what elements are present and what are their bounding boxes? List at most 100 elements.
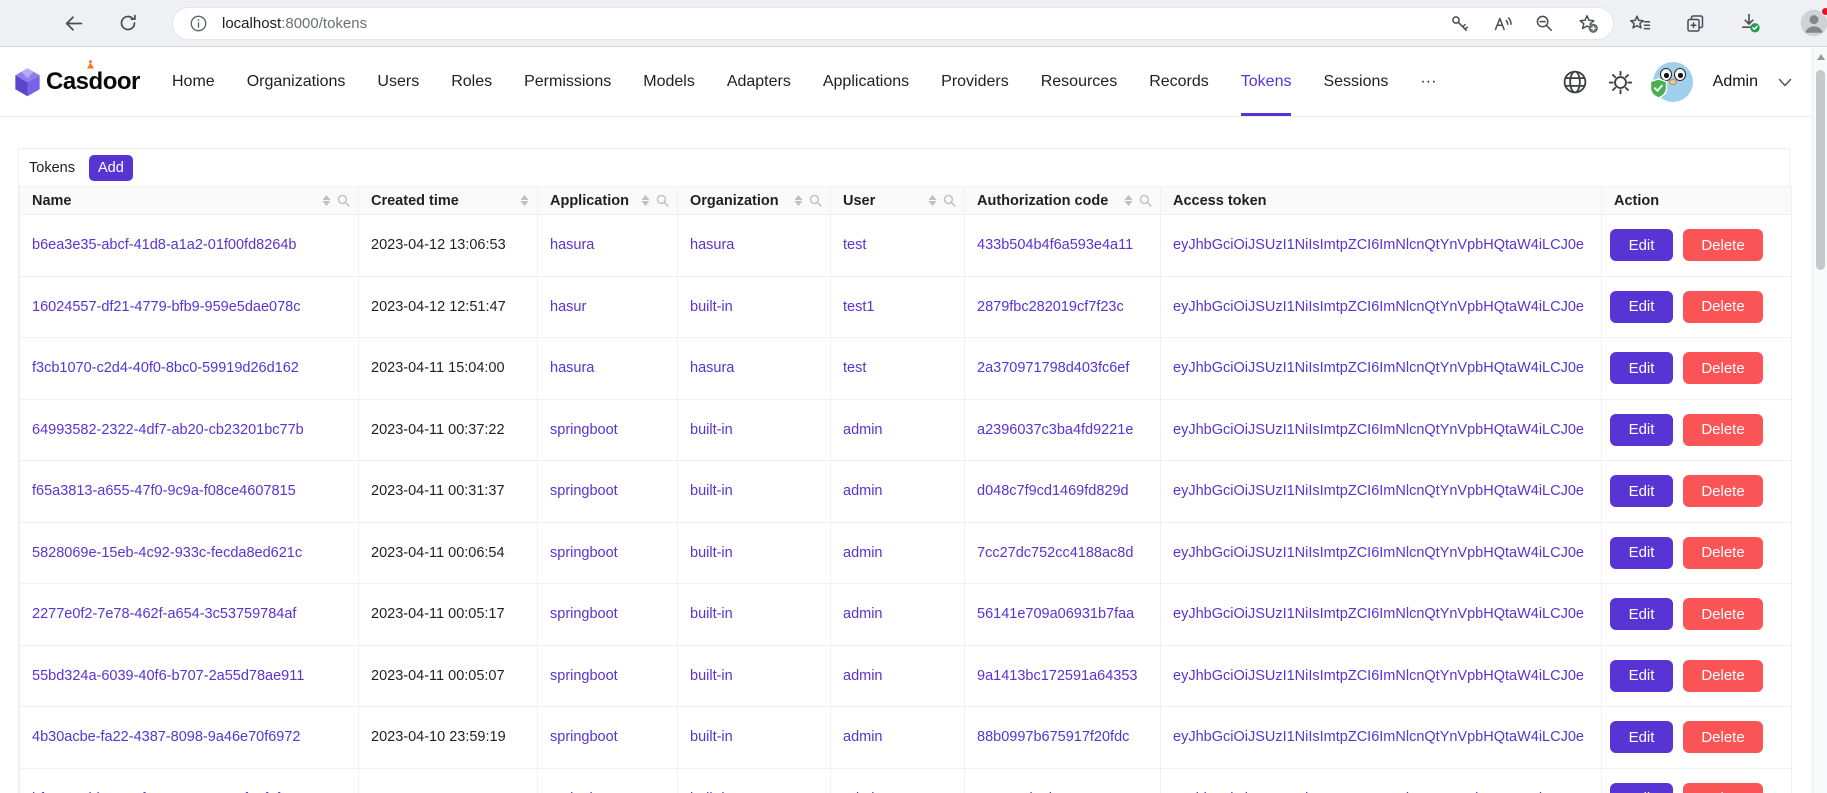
casdoor-logo[interactable]: Casdoor (14, 48, 140, 116)
access-token-link[interactable]: eyJhbGciOiJSUzI1NiIsImtpZCI6ImNlcnQtYnVp… (1173, 545, 1584, 561)
edit-button[interactable]: Edit (1610, 291, 1673, 323)
organization-link[interactable]: built-in (690, 668, 733, 684)
token-name-link[interactable]: 4b30acbe-fa22-4387-8098-9a46e70f6972 (32, 729, 300, 745)
column-header-application[interactable]: Application (538, 187, 678, 215)
access-token-link[interactable]: eyJhbGciOiJSUzI1NiIsImtpZCI6ImNlcnQtYnVp… (1173, 483, 1584, 499)
organization-link[interactable]: built-in (690, 729, 733, 745)
read-aloud-icon[interactable] (1492, 14, 1513, 34)
authorization-code-link[interactable]: 7cc27dc752cc4188ac8d (977, 545, 1133, 561)
authorization-code-link[interactable]: 433b504b4f6a593e4a11 (977, 237, 1133, 253)
add-button[interactable]: Add (89, 155, 133, 181)
sort-icon[interactable] (322, 195, 331, 206)
token-name-link[interactable]: 2277e0f2-7e78-462f-a654-3c53759784af (32, 606, 296, 622)
nav-item-sessions[interactable]: Sessions (1307, 48, 1404, 116)
browser-profile-avatar[interactable] (1800, 9, 1827, 37)
authorization-code-link[interactable]: 88b0997b675917f20fdc (977, 729, 1129, 745)
refresh-icon[interactable] (113, 8, 143, 38)
edit-button[interactable]: Edit (1610, 537, 1673, 569)
access-token-link[interactable]: eyJhbGciOiJSUzI1NiIsImtpZCI6ImNlcnQtYnVp… (1173, 668, 1584, 684)
application-link[interactable]: hasur (550, 299, 586, 315)
authorization-code-link[interactable]: 9a1413bc172591a64353 (977, 668, 1137, 684)
access-token-link[interactable]: eyJhbGciOiJSUzI1NiIsImtpZCI6ImNlcnQtYnVp… (1173, 299, 1584, 315)
delete-button[interactable]: Delete (1683, 783, 1763, 793)
back-icon[interactable] (58, 8, 88, 38)
organization-link[interactable]: built-in (690, 606, 733, 622)
application-link[interactable]: hasura (550, 237, 594, 253)
edit-button[interactable]: Edit (1610, 598, 1673, 630)
user-link[interactable]: admin (843, 483, 883, 499)
chevron-down-icon[interactable] (1778, 78, 1792, 87)
edit-button[interactable]: Edit (1610, 660, 1673, 692)
application-link[interactable]: springboot (550, 729, 618, 745)
zoom-out-icon[interactable] (1535, 14, 1555, 34)
favorites-icon[interactable] (1625, 8, 1655, 38)
user-link[interactable]: admin (843, 606, 883, 622)
scroll-up-arrow-icon[interactable] (1817, 54, 1825, 60)
nav-item-records[interactable]: Records (1133, 48, 1225, 116)
access-token-link[interactable]: eyJhbGciOiJSUzI1NiIsImtpZCI6ImNlcnQtYnVp… (1173, 422, 1584, 438)
nav-item-roles[interactable]: Roles (435, 48, 508, 116)
search-icon[interactable] (943, 194, 956, 207)
nav-item-applications[interactable]: Applications (807, 48, 925, 116)
sort-icon[interactable] (641, 195, 650, 206)
edit-button[interactable]: Edit (1610, 783, 1673, 793)
nav-item-adapters[interactable]: Adapters (711, 48, 807, 116)
edit-button[interactable]: Edit (1610, 352, 1673, 384)
nav-item-resources[interactable]: Resources (1025, 48, 1133, 116)
organization-link[interactable]: built-in (690, 299, 733, 315)
user-avatar[interactable] (1653, 62, 1693, 102)
token-name-link[interactable]: 16024557-df21-4779-bfb9-959e5dae078c (32, 299, 300, 315)
token-name-link[interactable]: f65a3813-a655-47f0-9c9a-f08ce4607815 (32, 483, 296, 499)
search-icon[interactable] (1139, 194, 1152, 207)
application-link[interactable]: springboot (550, 483, 618, 499)
nav-item-more[interactable]: ··· (1404, 48, 1452, 116)
search-icon[interactable] (337, 194, 350, 207)
theme-sun-icon[interactable] (1608, 70, 1633, 95)
authorization-code-link[interactable]: 2879fbc282019cf7f23c (977, 299, 1124, 315)
authorization-code-link[interactable]: d048c7f9cd1469fd829d (977, 483, 1129, 499)
search-icon[interactable] (809, 194, 822, 207)
token-name-link[interactable]: 55bd324a-6039-40f6-b707-2a55d78ae911 (32, 668, 304, 684)
column-header-organization[interactable]: Organization (678, 187, 831, 215)
column-header-name[interactable]: Name (20, 187, 359, 215)
token-name-link[interactable]: b6ea3e35-abcf-41d8-a1a2-01f00fd8264b (32, 237, 296, 253)
column-header-authorization-code[interactable]: Authorization code (965, 187, 1161, 215)
organization-link[interactable]: hasura (690, 360, 734, 376)
sort-icon[interactable] (794, 195, 803, 206)
delete-button[interactable]: Delete (1683, 291, 1763, 323)
user-link[interactable]: test (843, 360, 866, 376)
access-token-link[interactable]: eyJhbGciOiJSUzI1NiIsImtpZCI6ImNlcnQtYnVp… (1173, 237, 1584, 253)
site-info-icon[interactable] (189, 14, 208, 33)
search-icon[interactable] (656, 194, 669, 207)
delete-button[interactable]: Delete (1683, 352, 1763, 384)
token-name-link[interactable]: 5828069e-15eb-4c92-933c-fecda8ed621c (32, 545, 302, 561)
access-token-link[interactable]: eyJhbGciOiJSUzI1NiIsImtpZCI6ImNlcnQtYnVp… (1173, 606, 1584, 622)
application-link[interactable]: hasura (550, 360, 594, 376)
access-token-link[interactable]: eyJhbGciOiJSUzI1NiIsImtpZCI6ImNlcnQtYnVp… (1173, 729, 1584, 745)
user-link[interactable]: admin (843, 422, 883, 438)
nav-item-home[interactable]: Home (156, 48, 231, 116)
sort-icon[interactable] (928, 195, 937, 206)
application-link[interactable]: springboot (550, 668, 618, 684)
application-link[interactable]: springboot (550, 422, 618, 438)
scrollbar-thumb[interactable] (1816, 70, 1825, 270)
authorization-code-link[interactable]: a2396037c3ba4fd9221e (977, 422, 1133, 438)
user-link[interactable]: admin (843, 729, 883, 745)
edit-button[interactable]: Edit (1610, 229, 1673, 261)
user-name[interactable]: Admin (1713, 73, 1758, 91)
application-link[interactable]: springboot (550, 545, 618, 561)
nav-item-organizations[interactable]: Organizations (231, 48, 362, 116)
authorization-code-link[interactable]: 56141e709a06931b7faa (977, 606, 1134, 622)
nav-item-tokens[interactable]: Tokens (1225, 48, 1308, 116)
edit-button[interactable]: Edit (1610, 475, 1673, 507)
delete-button[interactable]: Delete (1683, 660, 1763, 692)
organization-link[interactable]: hasura (690, 237, 734, 253)
organization-link[interactable]: built-in (690, 483, 733, 499)
delete-button[interactable]: Delete (1683, 229, 1763, 261)
organization-link[interactable]: built-in (690, 422, 733, 438)
nav-item-permissions[interactable]: Permissions (508, 48, 627, 116)
url-text[interactable]: localhost:8000/tokens (222, 15, 367, 32)
user-link[interactable]: test1 (843, 299, 874, 315)
organization-link[interactable]: built-in (690, 545, 733, 561)
downloads-icon[interactable] (1735, 8, 1765, 38)
